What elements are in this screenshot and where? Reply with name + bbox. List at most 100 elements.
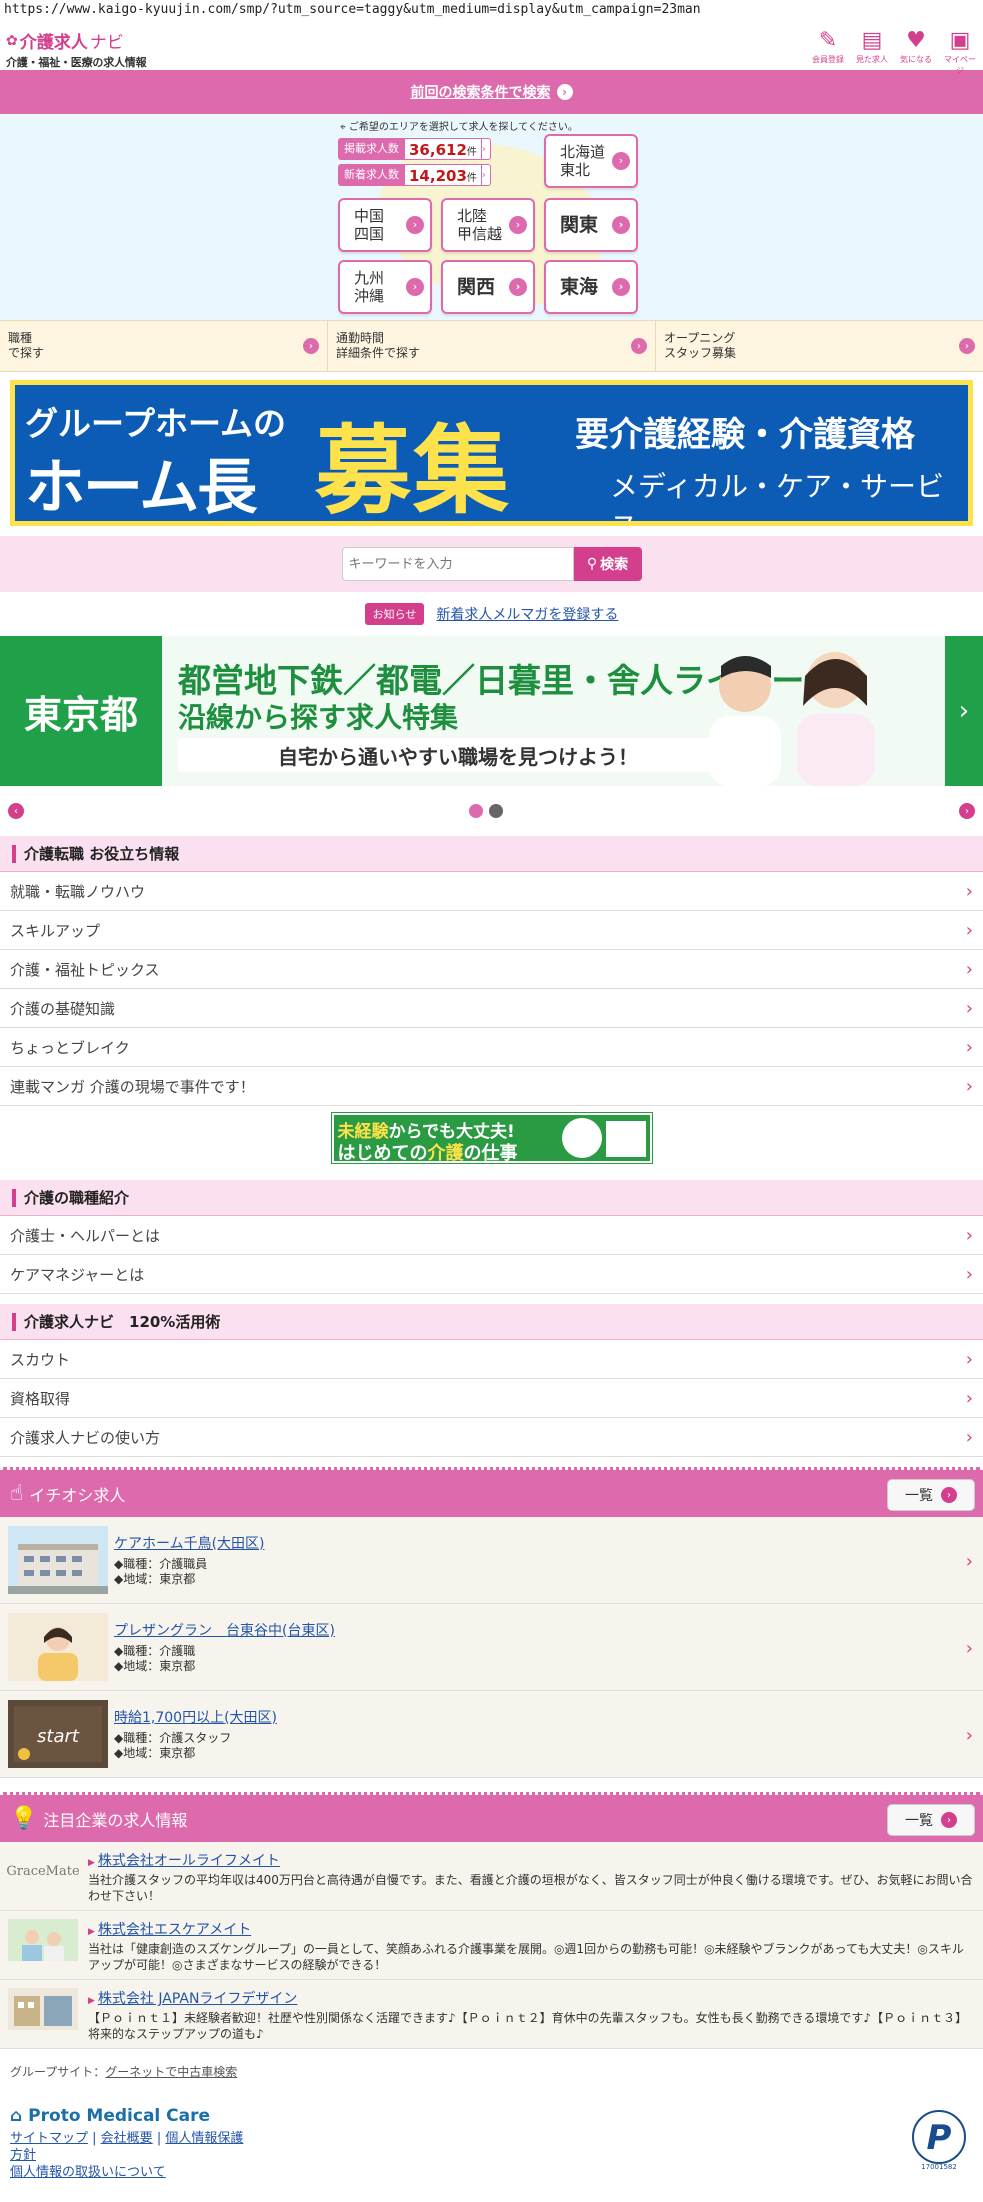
search-by-job-type[interactable]: 職種 で探す ›	[0, 321, 328, 371]
history-icon: ▤	[861, 28, 883, 53]
slider-prev-button[interactable]: ‹	[8, 803, 24, 819]
chevron-right-icon: ›	[965, 997, 973, 1019]
group-site-link[interactable]: グーネットで中古車検索	[105, 2065, 237, 2079]
company-link[interactable]: 会社概要	[101, 2131, 153, 2146]
search-button[interactable]: ⚲ 検索	[573, 547, 642, 581]
company-item[interactable]: GraceMate 株式会社オールライフメイト当社介護スタッフの平均年収は400…	[0, 1842, 983, 1911]
list-item[interactable]: 資格取得 ›	[0, 1379, 983, 1418]
list-item[interactable]: ちょっとブレイク ›	[0, 1028, 983, 1067]
mypage-button[interactable]: ▣ マイページ	[941, 28, 979, 76]
chevron-right-icon: ›	[965, 1725, 973, 1746]
list-item[interactable]: 介護の基礎知識 ›	[0, 989, 983, 1028]
company-photo	[8, 1919, 78, 1961]
company-logo: GraceMate	[6, 1863, 80, 1879]
group-home-recruit-banner[interactable]: グループホームの ホーム長 募集 要介護経験・介護資格 メディカル・ケア・サービ…	[10, 380, 973, 526]
previous-search-button[interactable]: 前回の検索条件で検索 ›	[0, 70, 983, 114]
site-header: ✿ 介護求人 ナビ 介護・福祉・医療の求人情報 ✎ 会員登録 ▤ 見た求人 ♥ 気になる …	[0, 22, 983, 75]
arrow-right-icon: ›	[556, 84, 573, 100]
svg-text:P: P	[927, 2118, 952, 2158]
section-heading-usage-tips: 介護求人ナビ 120%活用術	[0, 1304, 983, 1340]
arrow-right-icon: ›	[509, 216, 527, 234]
company-item[interactable]: 株式会社エスケアメイト当社は「健康創造のスズケングループ」の一員として、笑顔あふ…	[0, 1911, 983, 1980]
region-hokkaido-tohoku[interactable]: 北海道 東北 ›	[544, 134, 638, 188]
staff-photo	[709, 652, 875, 786]
company-item[interactable]: 株式会社 JAPANライフデザイン【Ｐｏｉｎｔ１】未経験者歓迎！社歴や性別関係な…	[0, 1980, 983, 2049]
list-item[interactable]: 介護士・ヘルパーとは ›	[0, 1216, 983, 1255]
arrow-right-icon: ›	[612, 152, 630, 170]
heart-icon: ♥	[906, 28, 926, 53]
list-item[interactable]: 連載マンガ 介護の現場で事件です！ ›	[0, 1067, 983, 1106]
privacy-link[interactable]: 個人情報保護	[165, 2131, 243, 2146]
arrow-right-icon: ›	[612, 278, 630, 296]
slider-dot[interactable]	[469, 804, 483, 818]
personal-info-link[interactable]: 個人情報の取扱いについて	[10, 2165, 166, 2180]
svg-text:start: start	[37, 1726, 80, 1747]
viewed-jobs-button[interactable]: ▤ 見た求人	[853, 28, 891, 76]
region-hokuriku-koshinetsu[interactable]: 北陸 甲信越 ›	[441, 198, 535, 252]
list-item[interactable]: 介護・福祉トピックス ›	[0, 950, 983, 989]
favorites-button[interactable]: ♥ 気になる	[897, 28, 935, 76]
search-opening-staff[interactable]: オープニング スタッフ募集 ›	[656, 321, 983, 371]
arrow-right-icon: ›	[481, 138, 491, 160]
footer: グループサイト：グーネットで中古車検索 ⌂ Proto Medical Care …	[0, 2049, 983, 2195]
badge-icon	[561, 1118, 602, 1158]
region-kanto[interactable]: 関東 ›	[544, 198, 638, 252]
companies-list-button[interactable]: 一覧 ›	[887, 1804, 975, 1836]
area-hint: ⌖ ご希望のエリアを選択して求人を探してください。	[340, 122, 578, 133]
keyword-input[interactable]	[341, 547, 574, 581]
url-bar[interactable]: https://www.kaigo-kyuujin.com/smp/?utm_s…	[0, 0, 983, 22]
brand-logo[interactable]: ⌂ Proto Medical Care	[10, 2106, 973, 2126]
keyword-search: ⚲検索	[0, 536, 983, 592]
list-item[interactable]: スキルアップ ›	[0, 911, 983, 950]
notice-tag: お知らせ	[364, 603, 425, 625]
region-kyushu-okinawa[interactable]: 九州 沖縄 ›	[338, 260, 432, 314]
privacy-mark-icon[interactable]: P 17001582	[909, 2109, 969, 2171]
first-care-job-banner[interactable]: 未経験からでも大丈夫! はじめての介護の仕事	[0, 1106, 983, 1170]
chevron-right-icon: ›	[965, 1348, 973, 1370]
register-button[interactable]: ✎ 会員登録	[809, 28, 847, 76]
slider-dot[interactable]	[489, 804, 503, 818]
group-site: グループサイト：グーネットで中古車検索	[10, 2065, 238, 2079]
region-kansai[interactable]: 関西 ›	[441, 260, 535, 314]
banner-next-icon[interactable]: ›	[945, 636, 983, 786]
list-item[interactable]: スカウト ›	[0, 1340, 983, 1379]
site-logo[interactable]: ✿ 介護求人 ナビ 介護・福祉・医療の求人情報	[6, 28, 147, 70]
section-heading-useful-info: 介護転職 お役立ち情報	[0, 836, 983, 872]
chevron-right-icon: ›	[965, 1551, 973, 1572]
brand-icon: ⌂	[10, 2106, 23, 2126]
flower-icon: ✿	[6, 32, 18, 49]
new-jobs-count[interactable]: 新着求人数 14,203件 ›	[338, 164, 491, 186]
search-icon: ⚲	[586, 556, 598, 572]
company-photo	[8, 1988, 78, 2030]
newsletter-link[interactable]: 新着求人メルマガを登録する	[436, 604, 618, 624]
policy-link[interactable]: 方針	[10, 2148, 36, 2163]
chevron-right-icon: ›	[965, 1075, 973, 1097]
slider-next-button[interactable]: ›	[959, 803, 975, 819]
chevron-right-icon: ›	[965, 1638, 973, 1659]
arrow-right-icon: ›	[959, 338, 975, 354]
list-item[interactable]: ケアマネジャーとは ›	[0, 1255, 983, 1294]
featured-list-button[interactable]: 一覧 ›	[887, 1479, 975, 1511]
featured-job-item[interactable]: start 時給1,700円以上(大田区) ◆職種：介護スタッフ ◆地域：東京都 ›	[0, 1691, 983, 1778]
area-selector: ⌖ ご希望のエリアを選択して求人を探してください。 掲載求人数 36,612件 › …	[0, 114, 983, 320]
tokyo-line-banner[interactable]: 東京都 都営地下鉄／都電／日暮里・舎人ライナー 沿線から探す求人特集 自宅から通…	[0, 636, 983, 786]
search-by-commute[interactable]: 通勤時間 詳細条件で探す ›	[328, 321, 656, 371]
footer-links: サイトマップ | 会社概要 | 個人情報保護 方針 個人情報の取扱いについて	[10, 2131, 244, 2180]
total-jobs-count[interactable]: 掲載求人数 36,612件 ›	[338, 138, 491, 160]
chevron-right-icon: ›	[965, 958, 973, 980]
sitemap-link[interactable]: サイトマップ	[10, 2131, 88, 2146]
list-item[interactable]: 就職・転職ノウハウ ›	[0, 872, 983, 911]
chevron-right-icon: ›	[965, 919, 973, 941]
mypage-icon: ▣	[949, 28, 971, 53]
chevron-right-icon: ›	[965, 880, 973, 902]
arrow-right-icon: ›	[631, 338, 647, 354]
chevron-right-icon: ›	[965, 1036, 973, 1058]
facility-photo	[8, 1526, 108, 1594]
region-tokai[interactable]: 東海 ›	[544, 260, 638, 314]
companies-header: 💡 注目企業の求人情報 一覧 ›	[0, 1792, 983, 1842]
slider-controls: ‹ ›	[0, 786, 983, 836]
featured-job-item[interactable]: プレザングラン 台東谷中(台東区) ◆職種：介護職 ◆地域：東京都 ›	[0, 1604, 983, 1691]
list-item[interactable]: 介護求人ナビの使い方 ›	[0, 1418, 983, 1457]
region-chugoku-shikoku[interactable]: 中国 四国 ›	[338, 198, 432, 252]
featured-job-item[interactable]: ケアホーム千鳥(大田区) ◆職種：介護職員 ◆地域：東京都 ›	[0, 1517, 983, 1604]
